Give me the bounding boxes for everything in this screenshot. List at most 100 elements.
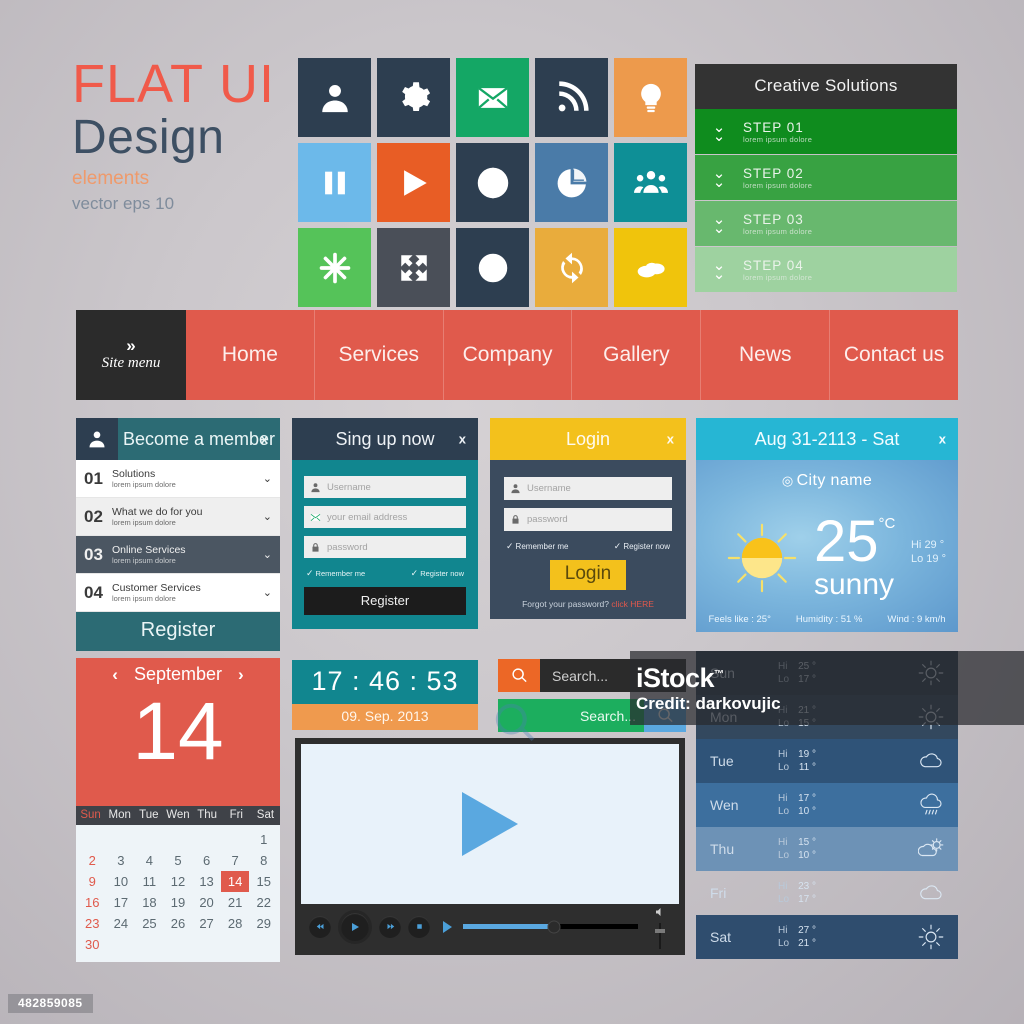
volume-control[interactable] — [649, 905, 671, 949]
icon-tile-mail[interactable] — [456, 58, 529, 137]
nav-item-company[interactable]: Company — [444, 310, 573, 400]
accordion-row[interactable]: ⌄ ⌄ STEP 01 lorem ipsum dolore — [695, 109, 957, 154]
calendar-day-cell[interactable]: 27 — [192, 913, 221, 934]
calendar-day-cell[interactable]: 6 — [192, 850, 221, 871]
calendar-day-cell[interactable]: 19 — [164, 892, 193, 913]
icon-tile-user[interactable] — [298, 58, 371, 137]
icon-tile-cloud[interactable] — [614, 228, 687, 307]
nav-item-gallery[interactable]: Gallery — [572, 310, 702, 400]
calendar-day-cell[interactable]: 4 — [135, 850, 164, 871]
icon-tile-pie-chart[interactable] — [535, 143, 608, 222]
calendar-day-cell[interactable]: 10 — [107, 871, 136, 892]
nav-item-home[interactable]: Home — [186, 310, 315, 400]
calendar-day-cell[interactable]: 17 — [107, 892, 136, 913]
icon-tile-pause[interactable] — [298, 143, 371, 222]
chevron-down-icon[interactable]: ⌄ — [263, 586, 272, 599]
stop-button[interactable] — [408, 915, 430, 938]
icon-tile-globe[interactable] — [456, 143, 529, 222]
chevron-down-icon[interactable]: ⌄ — [263, 548, 272, 561]
forecast-row[interactable]: Thu Hi 15 ° Lo 10 ° — [696, 827, 958, 871]
calendar-day-cell[interactable]: 11 — [135, 871, 164, 892]
calendar-day-cell[interactable]: 13 — [192, 871, 221, 892]
icon-tile-gear[interactable] — [377, 58, 450, 137]
signup-field-password[interactable]: password — [304, 536, 466, 558]
calendar-day-cell[interactable]: 28 — [221, 913, 250, 934]
calendar-day-cell[interactable]: 30 — [78, 934, 107, 955]
close-icon[interactable]: x — [459, 432, 466, 447]
calendar-day-cell[interactable]: 2 — [78, 850, 107, 871]
icon-tile-rss[interactable] — [535, 58, 608, 137]
calendar-day-cell[interactable]: 24 — [107, 913, 136, 934]
video-progress-knob[interactable] — [547, 920, 561, 933]
search-icon[interactable] — [498, 659, 540, 692]
video-progress-slider[interactable] — [463, 920, 638, 933]
signup-field-username[interactable]: Username — [304, 476, 466, 498]
icon-tile-lightbulb[interactable] — [614, 58, 687, 137]
signup-field-your[interactable]: your email address — [304, 506, 466, 528]
forgot-password-link[interactable]: click HERE — [611, 599, 654, 609]
signup-register-button[interactable]: Register — [304, 587, 466, 615]
play-button[interactable] — [338, 909, 372, 944]
calendar-day-cell[interactable]: 18 — [135, 892, 164, 913]
calendar-day-cell[interactable]: 9 — [78, 871, 107, 892]
close-icon[interactable]: x — [261, 432, 268, 447]
forecast-row[interactable]: Fri Hi 23 ° Lo 17 ° — [696, 871, 958, 915]
login-register-now-checkbox[interactable]: ✓ Register now — [614, 541, 670, 552]
signup-remember-me-checkbox[interactable]: ✓ Remember me — [306, 568, 365, 579]
next-month-icon[interactable]: › — [238, 665, 244, 685]
icon-tile-refresh[interactable] — [535, 228, 608, 307]
close-icon[interactable]: x — [939, 432, 946, 447]
play-overlay-icon[interactable] — [462, 792, 518, 856]
calendar-day-cell[interactable]: 23 — [78, 913, 107, 934]
nav-item-news[interactable]: News — [701, 310, 831, 400]
site-menu-button[interactable]: » Site menu — [76, 310, 186, 400]
calendar-day-cell[interactable]: 26 — [164, 913, 193, 934]
search-input-green[interactable]: Search... — [498, 699, 644, 732]
video-screen[interactable] — [301, 744, 679, 904]
calendar-day-cell[interactable]: 14 — [220, 871, 250, 892]
member-list-item[interactable]: 01 Solutions lorem ipsum dolore ⌄ — [76, 460, 280, 498]
rewind-button[interactable] — [309, 915, 331, 938]
login-button[interactable]: Login — [550, 560, 626, 590]
login-field-password[interactable]: password — [504, 508, 672, 531]
chevron-down-icon[interactable]: ⌄ — [263, 510, 272, 523]
calendar-day-cell[interactable]: 12 — [164, 871, 193, 892]
member-register-button[interactable]: Register — [76, 612, 280, 651]
accordion-row[interactable]: ⌄ ⌄ STEP 02 lorem ipsum dolore — [695, 155, 957, 200]
chevron-down-icon[interactable]: ⌄ — [263, 472, 272, 485]
calendar-day-cell[interactable]: 3 — [107, 850, 136, 871]
login-remember-me-checkbox[interactable]: ✓ Remember me — [506, 541, 568, 552]
icon-tile-users-group[interactable] — [614, 143, 687, 222]
calendar-day-cell[interactable]: 29 — [249, 913, 278, 934]
calendar-day-cell[interactable]: 25 — [135, 913, 164, 934]
prev-month-icon[interactable]: ‹ — [112, 665, 118, 685]
login-field-username[interactable]: Username — [504, 477, 672, 500]
calendar-day-cell[interactable]: 5 — [164, 850, 193, 871]
calendar-day-cell[interactable]: 7 — [221, 850, 250, 871]
forecast-row[interactable]: Tue Hi 19 ° Lo 11 ° — [696, 739, 958, 783]
calendar-day-cell[interactable]: 16 — [78, 892, 107, 913]
volume-knob[interactable] — [655, 928, 665, 933]
icon-tile-expand[interactable] — [377, 228, 450, 307]
forecast-row[interactable]: Wen Hi 17 ° Lo 10 ° — [696, 783, 958, 827]
fast-forward-button[interactable] — [379, 915, 401, 938]
calendar-day-cell[interactable]: 1 — [249, 829, 278, 850]
nav-item-services[interactable]: Services — [315, 310, 444, 400]
member-list-item[interactable]: 02 What we do for you lorem ipsum dolore ⌄ — [76, 498, 280, 536]
icon-tile-play[interactable] — [377, 143, 450, 222]
nav-item-contact-us[interactable]: Contact us — [830, 310, 958, 400]
close-icon[interactable]: x — [667, 432, 674, 447]
accordion-row[interactable]: ⌄ ⌄ STEP 03 lorem ipsum dolore — [695, 201, 957, 246]
calendar-day-cell[interactable]: 22 — [249, 892, 278, 913]
icon-tile-asterisk[interactable] — [298, 228, 371, 307]
calendar-day-cell[interactable]: 20 — [192, 892, 221, 913]
forecast-row[interactable]: Sat Hi 27 ° Lo 21 ° — [696, 915, 958, 959]
accordion-row[interactable]: ⌄ ⌄ STEP 04 lorem ipsum dolore — [695, 247, 957, 292]
calendar-day-cell[interactable]: 15 — [249, 871, 278, 892]
signup-register-now-checkbox[interactable]: ✓ Register now — [411, 568, 464, 579]
calendar-day-cell[interactable]: 8 — [249, 850, 278, 871]
member-list-item[interactable]: 03 Online Services lorem ipsum dolore ⌄ — [76, 536, 280, 574]
calendar-day-cell[interactable]: 21 — [221, 892, 250, 913]
icon-tile-clock[interactable] — [456, 228, 529, 307]
volume-slider[interactable] — [655, 922, 665, 949]
